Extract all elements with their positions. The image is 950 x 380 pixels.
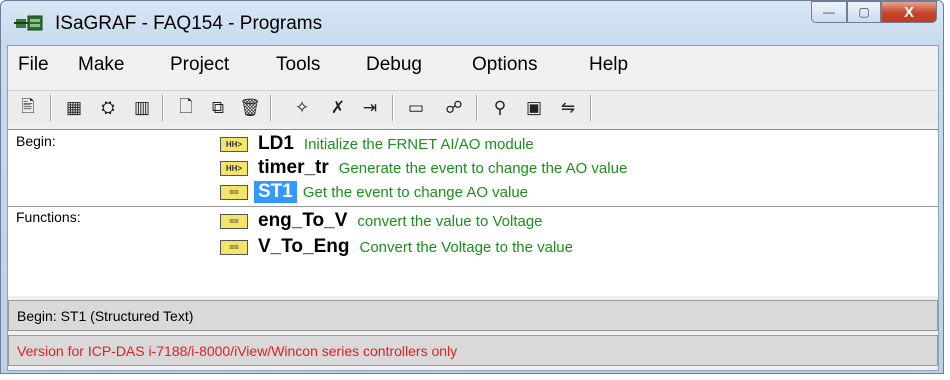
- toolbar-separator: [270, 95, 272, 121]
- minimize-icon: —: [823, 5, 835, 19]
- maximize-button[interactable]: ▢: [847, 1, 881, 23]
- program-name: LD1: [258, 133, 294, 154]
- menu-make[interactable]: Make: [78, 54, 124, 76]
- toolbar: 🖹 ▦ ⛭ ▥ 🗋 ⧉ 🗑 ✧ ✗ ⇥ ▭ ☍ ⚲ ▣ ⇋: [8, 90, 938, 125]
- isagraf-app-icon: [14, 15, 43, 31]
- program-description: Initialize the FRNET AI/AO module: [303, 135, 534, 153]
- version-notice: Version for ICP-DAS i-7188/i-8000/iView/…: [17, 343, 458, 359]
- window-title: ISaGRAF - FAQ154 - Programs: [55, 13, 323, 34]
- program-description: Generate the event to change the AO valu…: [338, 159, 628, 177]
- variables-icon[interactable]: ▥: [130, 96, 154, 120]
- link-icon[interactable]: ⇥: [358, 96, 382, 120]
- program-item[interactable]: == V_To_Eng Convert the Voltage to the v…: [220, 236, 573, 258]
- menu-tools[interactable]: Tools: [276, 54, 320, 76]
- program-description: Get the event to change AO value: [302, 183, 529, 201]
- delete-icon[interactable]: 🗑: [238, 96, 262, 120]
- page-icon[interactable]: 🖹: [16, 96, 40, 120]
- simulate-icon[interactable]: ⚲: [488, 96, 512, 120]
- section-functions-label: Functions:: [16, 209, 81, 225]
- app-window: ISaGRAF - FAQ154 - Programs — ▢ X File M…: [0, 0, 944, 374]
- ld-icon: HH>: [220, 160, 248, 176]
- ld-icon: HH>: [220, 136, 248, 152]
- section-begin-label: Begin:: [16, 133, 56, 149]
- program-description: Convert the Voltage to the value: [359, 238, 573, 256]
- menu-options[interactable]: Options: [472, 54, 537, 76]
- menu-help[interactable]: Help: [589, 54, 628, 76]
- io-connection-icon[interactable]: ▭: [404, 96, 428, 120]
- program-item[interactable]: == eng_To_V convert the value to Voltage: [220, 210, 543, 232]
- program-item-selected[interactable]: == ST1 Get the event to change AO value: [220, 181, 528, 203]
- compile-icon[interactable]: ✗: [326, 96, 350, 120]
- dictionary-icon[interactable]: ⛭: [96, 96, 120, 120]
- program-name: ST1: [254, 181, 297, 203]
- monitor-icon[interactable]: ▣: [522, 96, 546, 120]
- st-icon: ==: [220, 239, 248, 255]
- program-item[interactable]: HH> timer_tr Generate the event to chang…: [220, 157, 627, 179]
- close-icon: X: [903, 3, 914, 21]
- menu-bar: File Make Project Tools Debug Options He…: [8, 46, 938, 83]
- st-icon: ==: [220, 184, 248, 200]
- program-list: Begin: HH> LD1 Initialize the FRNET AI/A…: [8, 129, 938, 296]
- copy-icon[interactable]: ⧉: [206, 96, 230, 120]
- program-item[interactable]: HH> LD1 Initialize the FRNET AI/AO modul…: [220, 133, 534, 155]
- maximize-icon: ▢: [858, 5, 870, 19]
- status-bar-current: Begin: ST1 (Structured Text): [8, 300, 938, 331]
- new-file-icon[interactable]: 🗋: [174, 96, 198, 120]
- toolbar-separator: [590, 95, 592, 121]
- toolbar-separator: [50, 95, 52, 121]
- title-bar[interactable]: ISaGRAF - FAQ154 - Programs — ▢ X: [1, 1, 945, 45]
- section-divider: [8, 206, 938, 207]
- verify-icon[interactable]: ✧: [290, 96, 314, 120]
- toolbar-separator: [476, 95, 478, 121]
- menu-debug[interactable]: Debug: [366, 54, 422, 76]
- program-description: convert the value to Voltage: [357, 212, 543, 230]
- client-area: File Make Project Tools Debug Options He…: [7, 45, 939, 371]
- library-icon[interactable]: ▦: [62, 96, 86, 120]
- menu-file[interactable]: File: [18, 54, 49, 76]
- program-name: eng_To_V: [258, 210, 348, 231]
- toolbar-separator: [162, 95, 164, 121]
- transfer-icon[interactable]: ⇋: [556, 96, 580, 120]
- toolbar-separator: [392, 95, 394, 121]
- status-bar-version: Version for ICP-DAS i-7188/i-8000/iView/…: [8, 335, 938, 366]
- minimize-button[interactable]: —: [811, 1, 847, 23]
- close-button[interactable]: X: [881, 1, 937, 23]
- st-icon: ==: [220, 213, 248, 229]
- current-program-status: Begin: ST1 (Structured Text): [17, 308, 194, 324]
- debug-icon[interactable]: ☍: [442, 96, 466, 120]
- program-name: timer_tr: [258, 157, 329, 178]
- menu-project[interactable]: Project: [170, 54, 229, 76]
- program-name: V_To_Eng: [258, 236, 350, 257]
